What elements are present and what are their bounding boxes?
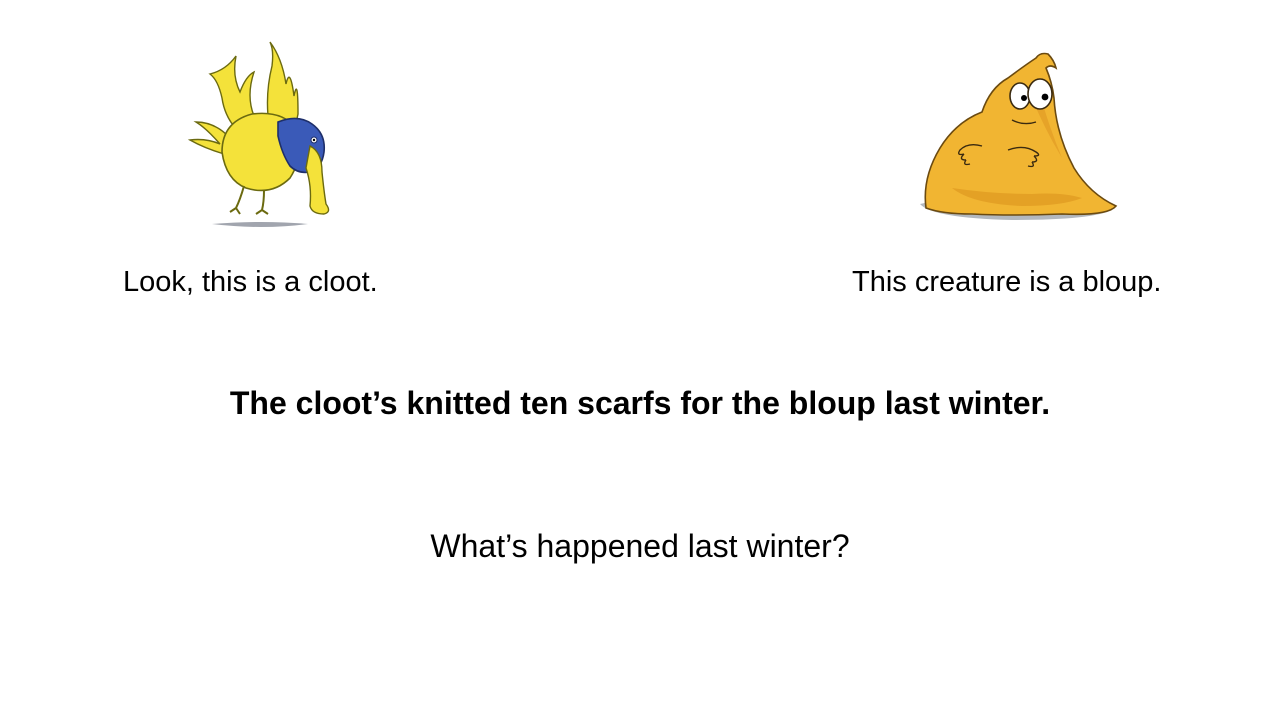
bloup-caption: This creature is a bloup. [852, 266, 1162, 298]
bloup-illustration [912, 38, 1126, 232]
main-statement: The cloot’s knitted ten scarfs for the b… [229, 385, 1051, 421]
question-text: What’s happened last winter? [430, 528, 850, 564]
cloot-illustration [182, 36, 342, 238]
bloup-creature-icon [920, 52, 1118, 220]
cloot-caption: Look, this is a cloot. [123, 266, 378, 298]
cloot-creature-icon [187, 41, 330, 227]
slide: Look, this is a cloot. This creature is … [0, 0, 1280, 720]
